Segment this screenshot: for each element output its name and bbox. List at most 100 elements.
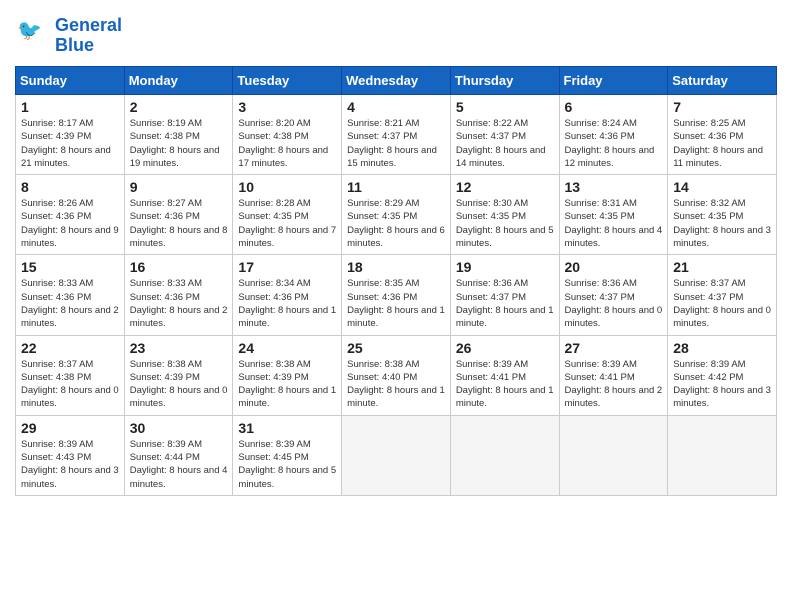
day-info: Sunrise: 8:39 AM Sunset: 4:41 PM Dayligh… <box>456 358 554 411</box>
day-info: Sunrise: 8:34 AM Sunset: 4:36 PM Dayligh… <box>238 277 336 330</box>
day-info: Sunrise: 8:37 AM Sunset: 4:37 PM Dayligh… <box>673 277 771 330</box>
calendar-cell <box>559 415 668 495</box>
day-number: 2 <box>130 99 228 115</box>
calendar-table: SundayMondayTuesdayWednesdayThursdayFrid… <box>15 66 777 496</box>
day-info: Sunrise: 8:33 AM Sunset: 4:36 PM Dayligh… <box>21 277 119 330</box>
calendar-cell: 24 Sunrise: 8:38 AM Sunset: 4:39 PM Dayl… <box>233 335 342 415</box>
day-number: 11 <box>347 179 445 195</box>
calendar-cell: 1 Sunrise: 8:17 AM Sunset: 4:39 PM Dayli… <box>16 95 125 175</box>
day-info: Sunrise: 8:39 AM Sunset: 4:44 PM Dayligh… <box>130 438 228 491</box>
calendar-cell: 27 Sunrise: 8:39 AM Sunset: 4:41 PM Dayl… <box>559 335 668 415</box>
weekday-header-wednesday: Wednesday <box>342 67 451 95</box>
day-number: 21 <box>673 259 771 275</box>
day-number: 31 <box>238 420 336 436</box>
day-number: 13 <box>565 179 663 195</box>
day-number: 7 <box>673 99 771 115</box>
day-info: Sunrise: 8:25 AM Sunset: 4:36 PM Dayligh… <box>673 117 771 170</box>
calendar-cell: 18 Sunrise: 8:35 AM Sunset: 4:36 PM Dayl… <box>342 255 451 335</box>
calendar-cell: 22 Sunrise: 8:37 AM Sunset: 4:38 PM Dayl… <box>16 335 125 415</box>
day-info: Sunrise: 8:31 AM Sunset: 4:35 PM Dayligh… <box>565 197 663 250</box>
day-info: Sunrise: 8:30 AM Sunset: 4:35 PM Dayligh… <box>456 197 554 250</box>
day-info: Sunrise: 8:27 AM Sunset: 4:36 PM Dayligh… <box>130 197 228 250</box>
day-number: 6 <box>565 99 663 115</box>
calendar-cell <box>342 415 451 495</box>
calendar-cell: 30 Sunrise: 8:39 AM Sunset: 4:44 PM Dayl… <box>124 415 233 495</box>
day-info: Sunrise: 8:22 AM Sunset: 4:37 PM Dayligh… <box>456 117 554 170</box>
day-info: Sunrise: 8:39 AM Sunset: 4:42 PM Dayligh… <box>673 358 771 411</box>
calendar-cell: 2 Sunrise: 8:19 AM Sunset: 4:38 PM Dayli… <box>124 95 233 175</box>
calendar-cell: 20 Sunrise: 8:36 AM Sunset: 4:37 PM Dayl… <box>559 255 668 335</box>
calendar-cell: 3 Sunrise: 8:20 AM Sunset: 4:38 PM Dayli… <box>233 95 342 175</box>
day-number: 17 <box>238 259 336 275</box>
calendar-cell: 5 Sunrise: 8:22 AM Sunset: 4:37 PM Dayli… <box>450 95 559 175</box>
day-number: 28 <box>673 340 771 356</box>
day-number: 18 <box>347 259 445 275</box>
day-number: 14 <box>673 179 771 195</box>
day-info: Sunrise: 8:24 AM Sunset: 4:36 PM Dayligh… <box>565 117 663 170</box>
calendar-cell: 19 Sunrise: 8:36 AM Sunset: 4:37 PM Dayl… <box>450 255 559 335</box>
calendar-cell: 7 Sunrise: 8:25 AM Sunset: 4:36 PM Dayli… <box>668 95 777 175</box>
calendar-cell <box>450 415 559 495</box>
logo: 🐦 GeneralBlue <box>15 15 122 56</box>
day-info: Sunrise: 8:38 AM Sunset: 4:39 PM Dayligh… <box>130 358 228 411</box>
day-number: 3 <box>238 99 336 115</box>
weekday-header-saturday: Saturday <box>668 67 777 95</box>
page-header: 🐦 GeneralBlue <box>15 15 777 56</box>
day-number: 9 <box>130 179 228 195</box>
day-info: Sunrise: 8:17 AM Sunset: 4:39 PM Dayligh… <box>21 117 119 170</box>
calendar-cell: 28 Sunrise: 8:39 AM Sunset: 4:42 PM Dayl… <box>668 335 777 415</box>
day-info: Sunrise: 8:33 AM Sunset: 4:36 PM Dayligh… <box>130 277 228 330</box>
calendar-cell: 10 Sunrise: 8:28 AM Sunset: 4:35 PM Dayl… <box>233 175 342 255</box>
day-info: Sunrise: 8:39 AM Sunset: 4:45 PM Dayligh… <box>238 438 336 491</box>
calendar-cell: 14 Sunrise: 8:32 AM Sunset: 4:35 PM Dayl… <box>668 175 777 255</box>
day-number: 30 <box>130 420 228 436</box>
day-info: Sunrise: 8:37 AM Sunset: 4:38 PM Dayligh… <box>21 358 119 411</box>
weekday-header-sunday: Sunday <box>16 67 125 95</box>
calendar-cell: 23 Sunrise: 8:38 AM Sunset: 4:39 PM Dayl… <box>124 335 233 415</box>
calendar-cell: 16 Sunrise: 8:33 AM Sunset: 4:36 PM Dayl… <box>124 255 233 335</box>
day-number: 12 <box>456 179 554 195</box>
day-info: Sunrise: 8:26 AM Sunset: 4:36 PM Dayligh… <box>21 197 119 250</box>
day-number: 23 <box>130 340 228 356</box>
day-number: 15 <box>21 259 119 275</box>
day-number: 4 <box>347 99 445 115</box>
day-number: 27 <box>565 340 663 356</box>
calendar-cell: 26 Sunrise: 8:39 AM Sunset: 4:41 PM Dayl… <box>450 335 559 415</box>
day-number: 26 <box>456 340 554 356</box>
day-info: Sunrise: 8:32 AM Sunset: 4:35 PM Dayligh… <box>673 197 771 250</box>
calendar-cell: 25 Sunrise: 8:38 AM Sunset: 4:40 PM Dayl… <box>342 335 451 415</box>
day-info: Sunrise: 8:38 AM Sunset: 4:40 PM Dayligh… <box>347 358 445 411</box>
day-number: 10 <box>238 179 336 195</box>
day-info: Sunrise: 8:39 AM Sunset: 4:43 PM Dayligh… <box>21 438 119 491</box>
weekday-header-tuesday: Tuesday <box>233 67 342 95</box>
day-number: 29 <box>21 420 119 436</box>
logo-text: GeneralBlue <box>55 16 122 56</box>
day-info: Sunrise: 8:20 AM Sunset: 4:38 PM Dayligh… <box>238 117 336 170</box>
weekday-header-friday: Friday <box>559 67 668 95</box>
weekday-header-thursday: Thursday <box>450 67 559 95</box>
calendar-cell: 11 Sunrise: 8:29 AM Sunset: 4:35 PM Dayl… <box>342 175 451 255</box>
calendar-cell: 21 Sunrise: 8:37 AM Sunset: 4:37 PM Dayl… <box>668 255 777 335</box>
day-number: 25 <box>347 340 445 356</box>
day-info: Sunrise: 8:28 AM Sunset: 4:35 PM Dayligh… <box>238 197 336 250</box>
day-info: Sunrise: 8:36 AM Sunset: 4:37 PM Dayligh… <box>456 277 554 330</box>
calendar-cell: 15 Sunrise: 8:33 AM Sunset: 4:36 PM Dayl… <box>16 255 125 335</box>
day-number: 24 <box>238 340 336 356</box>
day-number: 20 <box>565 259 663 275</box>
calendar-cell: 6 Sunrise: 8:24 AM Sunset: 4:36 PM Dayli… <box>559 95 668 175</box>
day-number: 1 <box>21 99 119 115</box>
day-info: Sunrise: 8:35 AM Sunset: 4:36 PM Dayligh… <box>347 277 445 330</box>
calendar-cell <box>668 415 777 495</box>
day-info: Sunrise: 8:36 AM Sunset: 4:37 PM Dayligh… <box>565 277 663 330</box>
day-number: 16 <box>130 259 228 275</box>
calendar-cell: 31 Sunrise: 8:39 AM Sunset: 4:45 PM Dayl… <box>233 415 342 495</box>
day-number: 8 <box>21 179 119 195</box>
calendar-cell: 9 Sunrise: 8:27 AM Sunset: 4:36 PM Dayli… <box>124 175 233 255</box>
logo-icon: 🐦 <box>15 15 51 51</box>
day-info: Sunrise: 8:38 AM Sunset: 4:39 PM Dayligh… <box>238 358 336 411</box>
day-info: Sunrise: 8:39 AM Sunset: 4:41 PM Dayligh… <box>565 358 663 411</box>
calendar-cell: 17 Sunrise: 8:34 AM Sunset: 4:36 PM Dayl… <box>233 255 342 335</box>
day-number: 19 <box>456 259 554 275</box>
calendar-cell: 29 Sunrise: 8:39 AM Sunset: 4:43 PM Dayl… <box>16 415 125 495</box>
calendar-cell: 4 Sunrise: 8:21 AM Sunset: 4:37 PM Dayli… <box>342 95 451 175</box>
